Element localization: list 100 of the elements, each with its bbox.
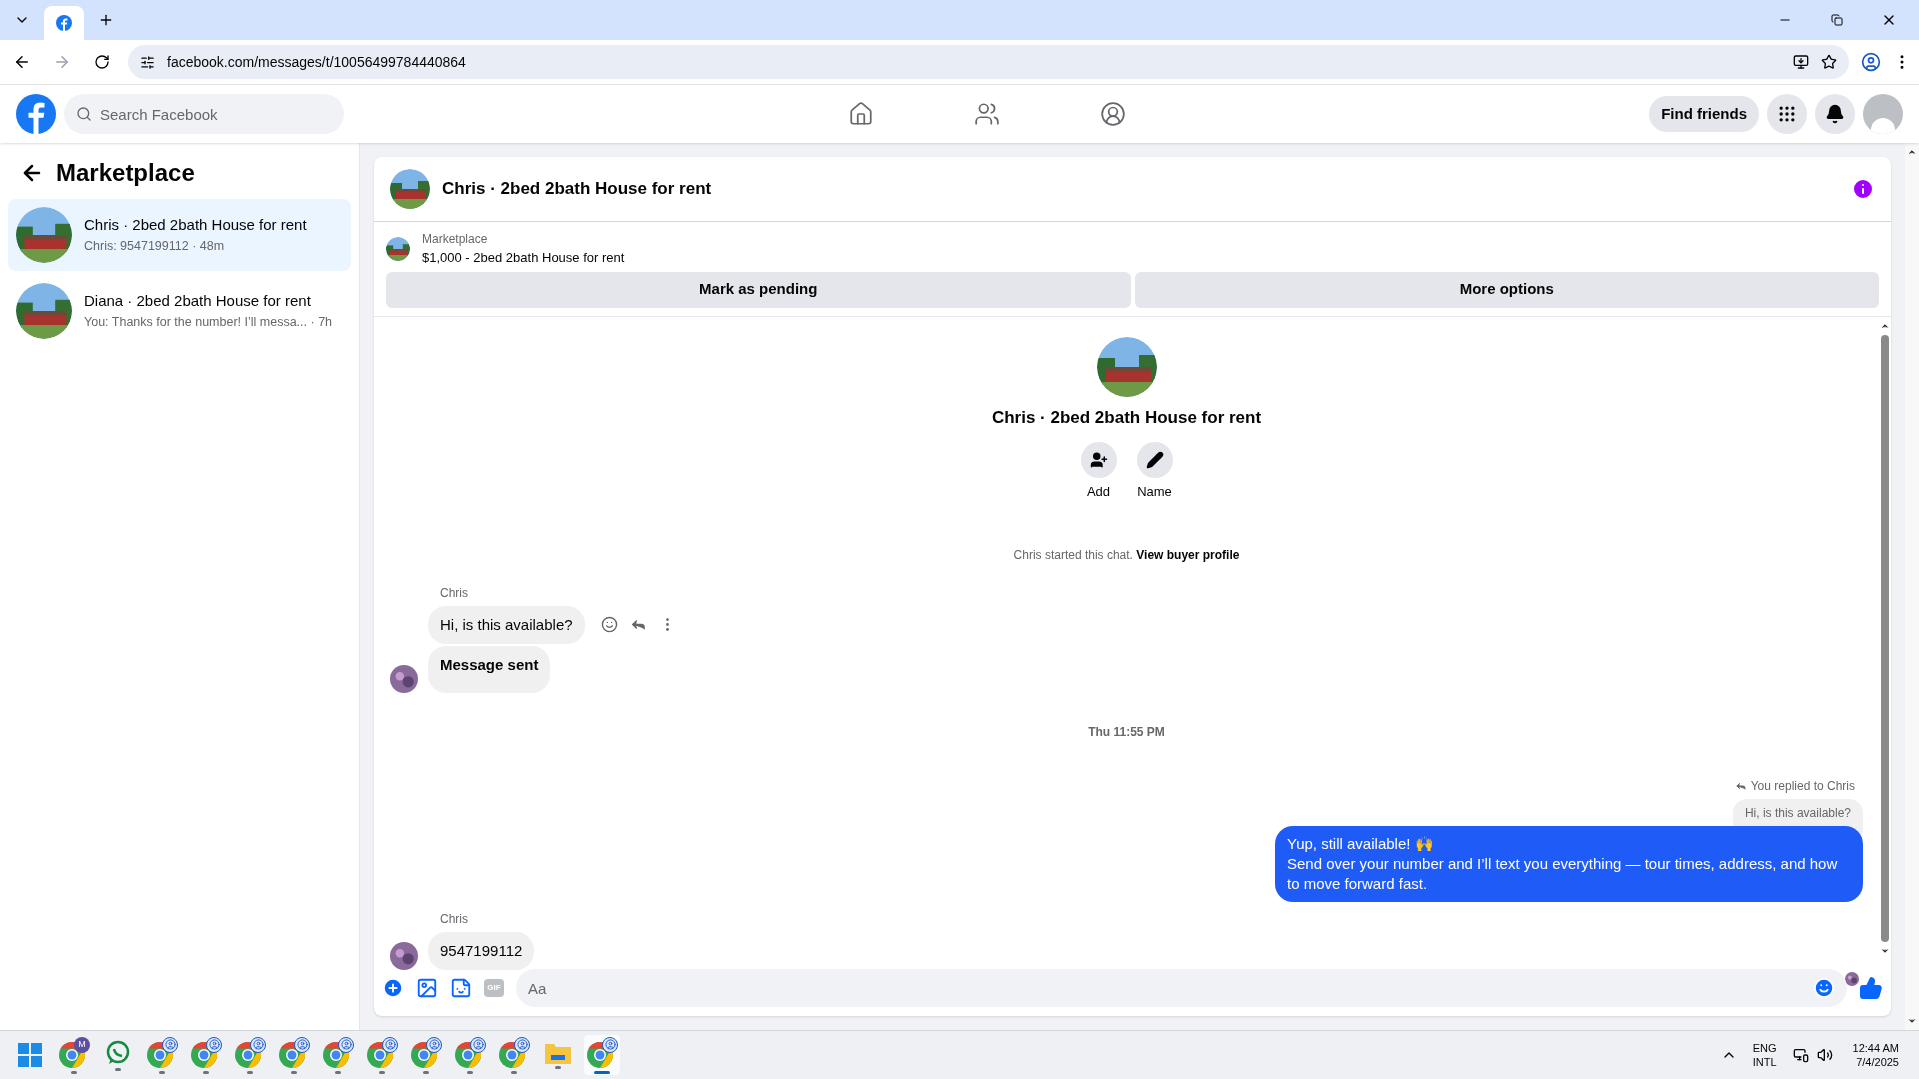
conversation-preview: Chris: 9547199112 · 48m <box>84 237 226 255</box>
listing-thumbnail <box>16 283 72 339</box>
taskbar-app[interactable] <box>584 1035 620 1075</box>
sender-name: Chris <box>440 910 469 928</box>
conversation-preview: You: Thanks for the number! I’ll messa... · 7h <box>84 313 333 331</box>
pencil-icon <box>1145 451 1164 469</box>
conversation-name: Diana · 2bed 2bath House for rent <box>84 291 312 312</box>
profile-badge <box>470 1036 486 1053</box>
listing-action-button[interactable]: Mark as pending <box>386 271 1131 308</box>
react-icon[interactable] <box>600 616 618 634</box>
search-field[interactable]: Search Facebook <box>64 94 344 134</box>
conversation-item[interactable]: Diana · 2bed 2bath House for rent You: Thanks for the number! I’ll messa... · 7h <box>8 275 351 347</box>
intro-action-label: Add <box>1086 483 1111 501</box>
photo-icon[interactable] <box>416 977 438 999</box>
listing-thumbnail <box>16 207 72 263</box>
taskbar-app[interactable] <box>496 1035 532 1075</box>
reply-note: You replied to Chris <box>1750 777 1855 795</box>
listing-label: Marketplace <box>422 231 489 248</box>
sender-name: Chris <box>440 584 469 602</box>
profile-badge <box>382 1036 398 1053</box>
message-line: Send over your number and I’ll text you everything — tour times, address, and how to move forward fast. <box>1287 853 1839 894</box>
folder-icon <box>545 1041 571 1064</box>
seen-avatar <box>1845 972 1859 986</box>
profile-badge <box>602 1036 618 1053</box>
sender-avatar <box>390 942 418 970</box>
scroll-up-icon[interactable] <box>1907 147 1917 157</box>
home-icon[interactable] <box>847 101 874 127</box>
conversation-item[interactable]: Chris · 2bed 2bath House for rent Chris: 9547199112 · 48m <box>8 199 351 271</box>
chat-bubble-icon <box>105 1039 131 1066</box>
scroll-down-icon[interactable] <box>1907 1016 1917 1026</box>
message-bubble[interactable]: Message sent <box>428 646 551 693</box>
profile-badge <box>250 1036 266 1053</box>
restore-icon <box>1831 14 1843 26</box>
intro-title: Chris · 2bed 2bath House for rent <box>991 406 1262 429</box>
emoji-icon[interactable] <box>1813 977 1835 999</box>
groups-icon[interactable] <box>1099 101 1126 127</box>
find-friends-button[interactable]: Find friends <box>1649 96 1759 132</box>
view-buyer-profile-link[interactable]: View buyer profile <box>1136 547 1240 562</box>
intro-action-label: Name <box>1137 483 1172 501</box>
sticker-icon[interactable] <box>450 977 472 999</box>
profile-badge <box>514 1036 530 1053</box>
clock[interactable]: 12:44 AM 7/4/2025 <box>1852 1041 1899 1069</box>
bookmark-star-icon[interactable] <box>1821 54 1837 70</box>
taskbar-app[interactable] <box>144 1035 180 1075</box>
plus-icon <box>98 12 114 28</box>
listing-action-button[interactable]: More options <box>1134 271 1879 308</box>
forward-arrow-icon <box>53 53 71 71</box>
bell-icon <box>1825 104 1845 124</box>
listing-thumbnail <box>386 236 410 261</box>
browser-tab[interactable] <box>44 6 84 40</box>
taskbar-app[interactable] <box>276 1035 312 1075</box>
listing-text: $1,000 - 2bed 2bath House for rent <box>422 249 625 267</box>
taskbar-app[interactable] <box>188 1035 224 1075</box>
scrollbar-thumb[interactable] <box>1881 334 1889 942</box>
taskbar-app[interactable] <box>364 1035 400 1075</box>
profile-icon[interactable] <box>1861 52 1881 72</box>
scroll-down-icon[interactable] <box>1880 946 1890 956</box>
language-indicator[interactable]: ENG INTL <box>1752 1041 1777 1069</box>
facebook-logo-icon <box>56 15 72 31</box>
profile-badge: M <box>74 1036 90 1053</box>
site-info-icon <box>140 54 155 70</box>
profile-badge <box>162 1036 178 1053</box>
chat-title[interactable]: Chris · 2bed 2bath House for rent <box>442 176 1839 202</box>
add-person-icon <box>1089 451 1108 469</box>
grid-icon <box>1777 104 1797 124</box>
message-line: Yup, still available! 🙌 <box>1287 833 1435 854</box>
menu-button[interactable] <box>1767 94 1807 134</box>
message-bubble[interactable]: Yup, still available! 🙌 Send over your number and I’ll text you everything — tour times, address, and how to move forward fast. <box>1275 825 1863 902</box>
listing-thumbnail <box>390 169 430 209</box>
taskbar-app[interactable] <box>452 1035 488 1075</box>
timestamp: Thu 11:55 PM <box>1088 723 1165 741</box>
notifications-button[interactable] <box>1815 94 1855 134</box>
sender-avatar <box>390 664 418 693</box>
taskbar-app[interactable]: M <box>56 1035 92 1075</box>
chat-started-note: Chris started this chat. View buyer profile <box>1013 546 1240 564</box>
taskbar-app[interactable] <box>232 1035 268 1075</box>
conversation-name: Chris · 2bed 2bath House for rent <box>84 215 307 236</box>
profile-badge <box>338 1036 354 1053</box>
friends-icon[interactable] <box>973 101 1000 127</box>
network-icon[interactable] <box>1792 1047 1809 1063</box>
windows-start-icon <box>18 1043 42 1067</box>
message-bubble[interactable]: Hi, is this available? <box>428 605 585 644</box>
facebook-logo-icon[interactable] <box>16 94 56 134</box>
plus-icon[interactable] <box>382 977 404 999</box>
reload-icon <box>94 54 110 70</box>
address-bar[interactable]: facebook.com/messages/t/10056499784440864 <box>128 45 1849 79</box>
profile-badge <box>206 1036 222 1053</box>
sidebar-title: Marketplace <box>56 158 195 188</box>
url-text: facebook.com/messages/t/10056499784440864 <box>167 52 467 72</box>
message-bubble[interactable]: 9547199112 <box>428 931 535 970</box>
volume-icon[interactable] <box>1816 1047 1833 1063</box>
install-app-icon[interactable] <box>1793 54 1809 70</box>
info-icon[interactable] <box>1851 177 1875 201</box>
profile-badge <box>294 1036 310 1053</box>
taskbar-app[interactable] <box>408 1035 444 1075</box>
search-icon <box>76 106 92 122</box>
profile-badge <box>426 1036 442 1053</box>
taskbar-app[interactable] <box>320 1035 356 1075</box>
message-input[interactable]: Aa <box>516 969 1847 1007</box>
like-icon[interactable] <box>1859 976 1883 1000</box>
